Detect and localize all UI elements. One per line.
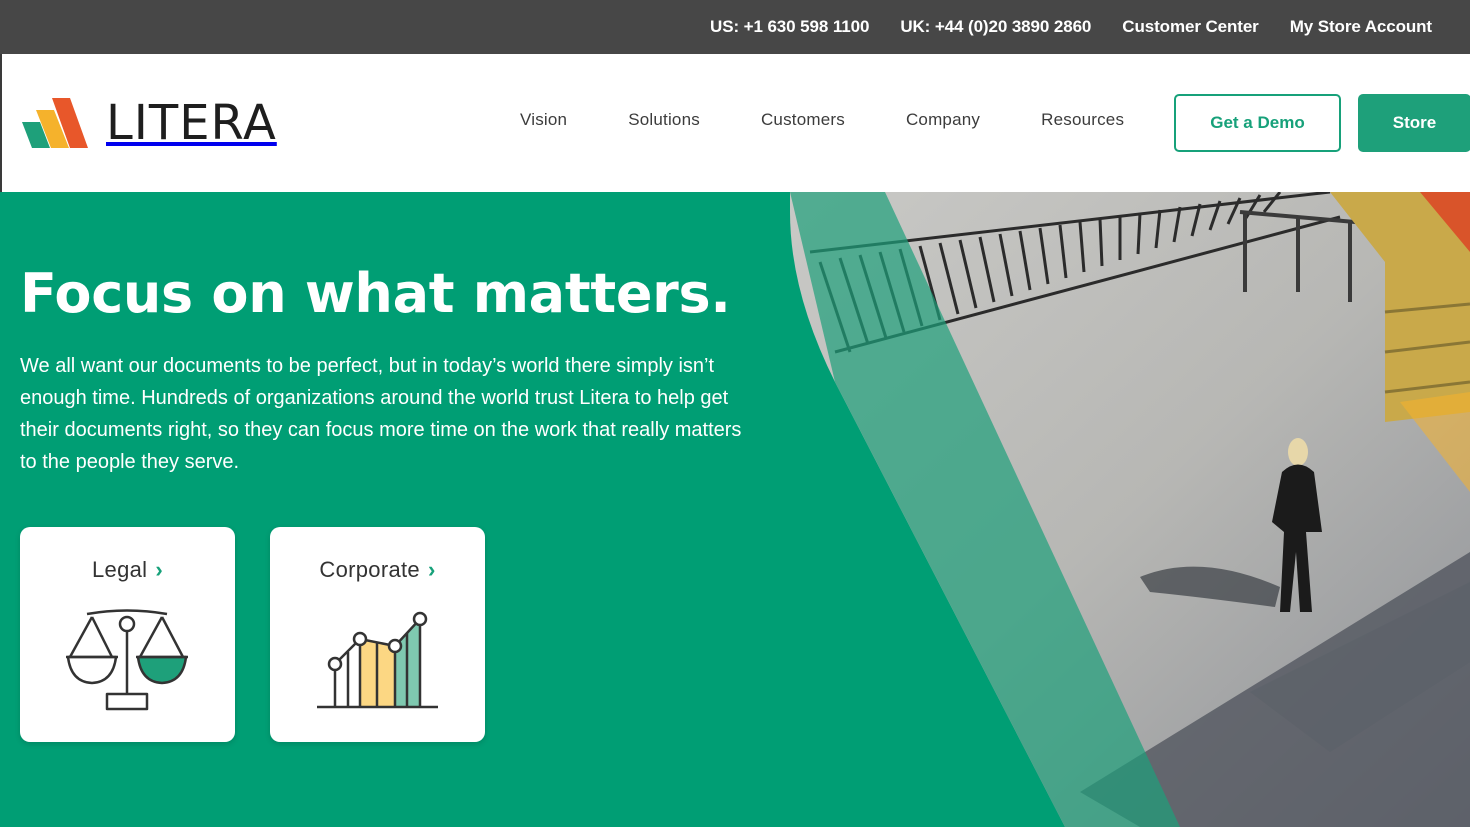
nav-company[interactable]: Company [906, 110, 980, 130]
logo-mark-icon [22, 98, 88, 148]
uk-phone-link[interactable]: UK: +44 (0)20 3890 2860 [900, 17, 1091, 37]
us-phone-link[interactable]: US: +1 630 598 1100 [710, 17, 869, 37]
utility-bar: US: +1 630 598 1100 UK: +44 (0)20 3890 2… [0, 0, 1470, 54]
nav-resources[interactable]: Resources [1041, 110, 1124, 130]
bar-line-chart-icon [317, 611, 438, 709]
scales-icon [66, 609, 188, 711]
nav-solutions[interactable]: Solutions [628, 110, 700, 130]
corporate-card[interactable]: Corporate › [270, 527, 485, 742]
get-a-demo-button[interactable]: Get a Demo [1174, 94, 1341, 152]
site-header: LITERA Vision Solutions Customers Compan… [0, 54, 1470, 192]
legal-card[interactable]: Legal › [20, 527, 235, 742]
hero-title: Focus on what matters. [20, 262, 731, 325]
store-button[interactable]: Store [1358, 94, 1470, 152]
litera-logo[interactable]: LITERA [22, 98, 277, 148]
customer-center-link[interactable]: Customer Center [1122, 17, 1259, 37]
hero-section: Focus on what matters. We all want our d… [0, 192, 1470, 827]
nav-vision[interactable]: Vision [520, 110, 567, 130]
my-store-account-link[interactable]: My Store Account [1290, 17, 1432, 37]
hero-description: We all want our documents to be perfect,… [20, 355, 742, 473]
nav-customers[interactable]: Customers [761, 110, 845, 130]
logo-wordmark: LITERA [106, 95, 277, 151]
main-nav: Vision Solutions Customers Company Resou… [520, 110, 1185, 130]
